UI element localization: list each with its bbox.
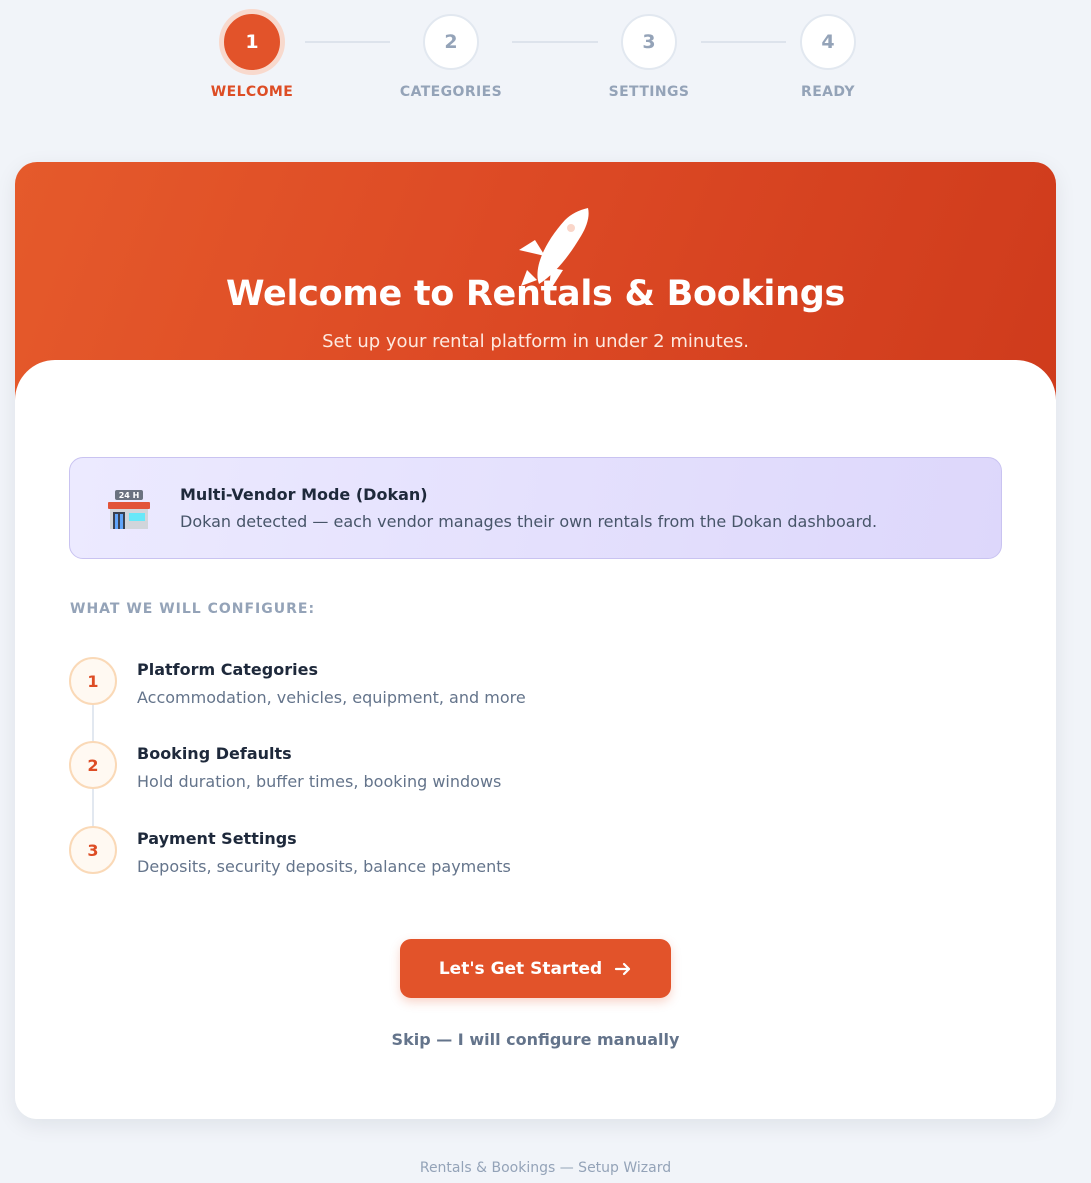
store-icon-text: 24 H (119, 491, 140, 500)
hero-title: Welcome to Rentals & Bookings (225, 274, 846, 314)
step-number: 4 (800, 14, 856, 70)
skip-link[interactable]: Skip — I will configure manually (15, 1030, 1056, 1049)
multivendor-notice: 24 H Multi-Vendor Mode (Dokan) Dokan det… (69, 457, 1002, 559)
step-categories[interactable]: 2 CATEGORIES (391, 14, 511, 100)
config-item: 1 Platform Categories Accommodation, veh… (69, 657, 769, 727)
step-number: 2 (423, 14, 479, 70)
step-number: 3 (621, 14, 677, 70)
config-description: Deposits, security deposits, balance pay… (137, 857, 511, 876)
get-started-button[interactable]: Let's Get Started (400, 939, 671, 998)
config-title: Platform Categories (137, 660, 318, 679)
step-connector (512, 41, 598, 43)
step-label: WELCOME (210, 84, 294, 100)
configure-heading: WHAT WE WILL CONFIGURE: (70, 601, 316, 617)
hero-subtitle: Set up your rental platform in under 2 m… (322, 331, 749, 352)
notice-title: Multi-Vendor Mode (Dokan) (180, 485, 428, 504)
config-title: Booking Defaults (137, 744, 292, 763)
config-title: Payment Settings (137, 829, 297, 848)
step-connector (305, 41, 390, 43)
config-item: 2 Booking Defaults Hold duration, buffer… (69, 741, 769, 811)
config-number: 3 (69, 826, 117, 874)
config-description: Hold duration, buffer times, booking win… (137, 772, 502, 791)
config-item: 3 Payment Settings Deposits, security de… (69, 826, 769, 896)
step-welcome[interactable]: 1 WELCOME (192, 14, 312, 100)
config-number: 1 (69, 657, 117, 705)
step-label: SETTINGS (608, 84, 690, 100)
footer-text: Rentals & Bookings — Setup Wizard (419, 1160, 672, 1176)
step-label: CATEGORIES (399, 84, 503, 100)
config-description: Accommodation, vehicles, equipment, and … (137, 688, 526, 707)
config-number: 2 (69, 741, 117, 789)
step-label: READY (801, 84, 855, 100)
setup-stepper: 1 WELCOME 2 CATEGORIES 3 SETTINGS 4 READ… (0, 0, 1091, 120)
step-settings[interactable]: 3 SETTINGS (589, 14, 709, 100)
welcome-card: Welcome to Rentals & Bookings Set up you… (15, 162, 1056, 1119)
notice-text: Dokan detected — each vendor manages the… (180, 512, 878, 531)
step-ready[interactable]: 4 READY (768, 14, 888, 100)
step-number: 1 (224, 14, 280, 70)
store-24h-icon: 24 H (108, 490, 150, 529)
arrow-right-icon (615, 962, 631, 975)
get-started-label: Let's Get Started (438, 958, 603, 979)
